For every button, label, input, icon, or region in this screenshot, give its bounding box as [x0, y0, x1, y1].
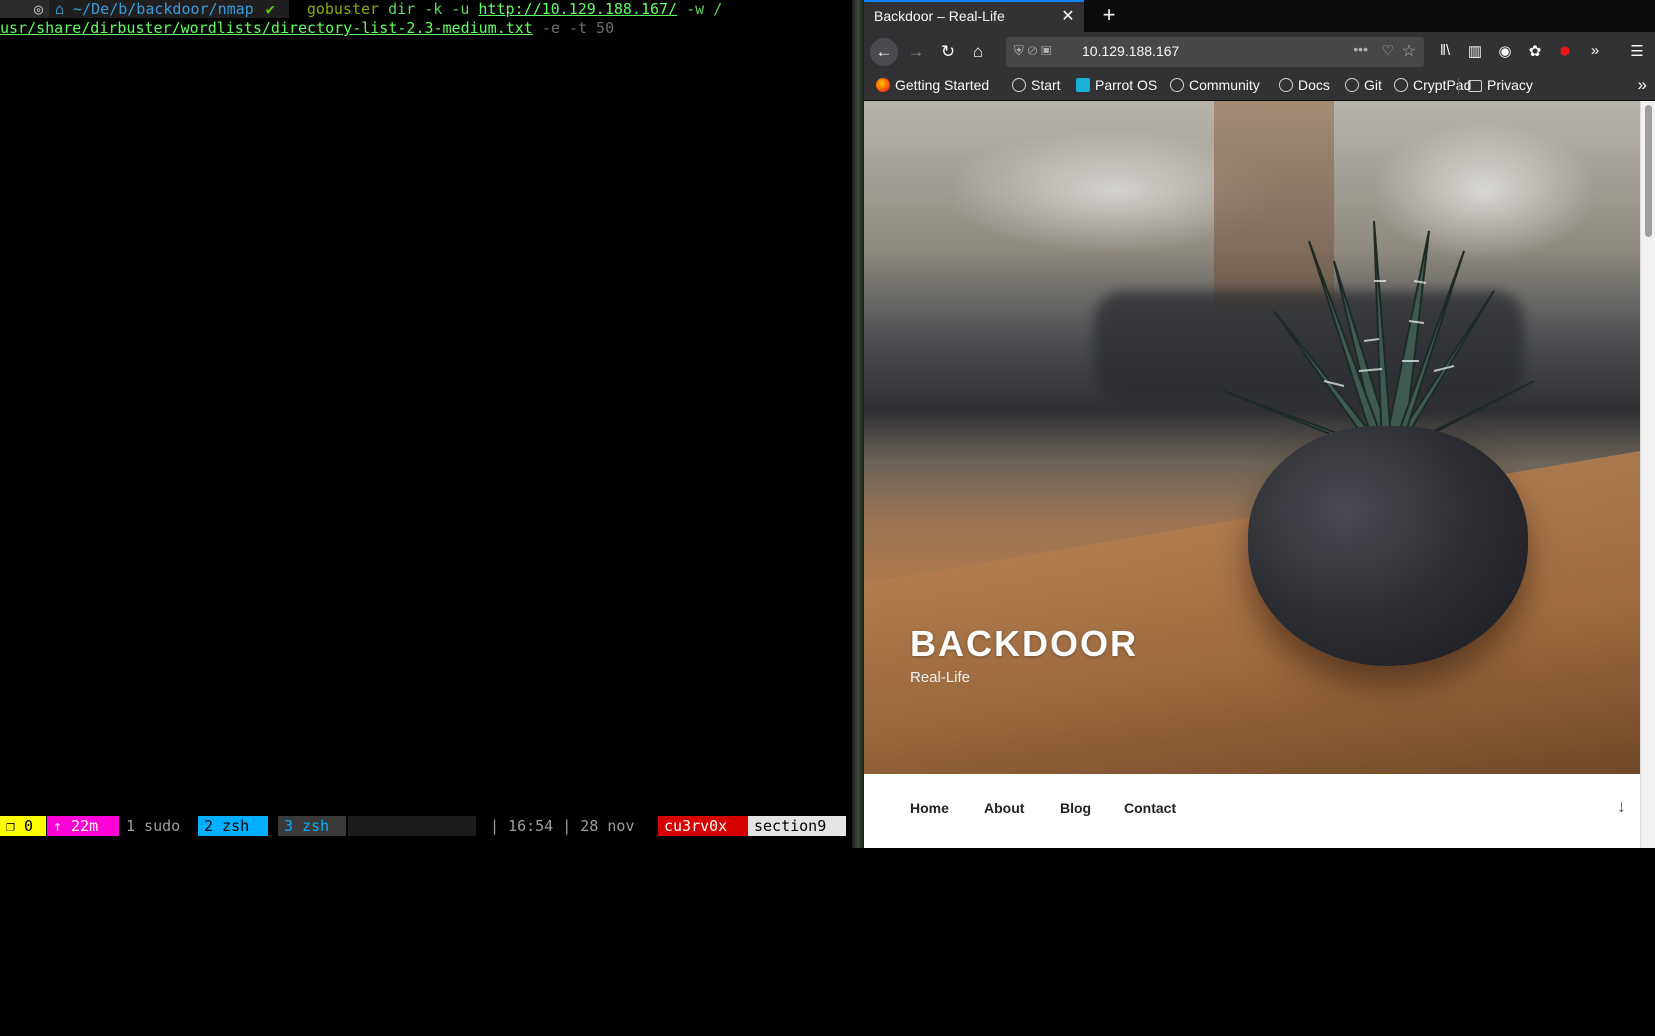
tab-bar: Backdoor – Real-Life ✕ +: [864, 0, 1655, 32]
pane-divider[interactable]: [852, 0, 864, 848]
terminal-pane[interactable]: ◎ ⌂ ~/De/b/backdoor/nmap ✔ gobuster dir -k…: [0, 0, 852, 848]
bookmarks-toolbar: Getting Started Start Parrot OS Communit…: [864, 72, 1655, 101]
bookmark-privacy[interactable]: Privacy: [1468, 77, 1533, 93]
firefox-icon: [876, 78, 890, 92]
prompt-path: ⌂ ~/De/b/backdoor/nmap: [49, 0, 260, 18]
bookmark-git[interactable]: Git: [1345, 77, 1382, 93]
close-icon[interactable]: ✕: [1058, 6, 1078, 26]
scrollbar-thumb[interactable]: [1645, 105, 1652, 237]
hamburger-icon[interactable]: ☰: [1626, 42, 1648, 60]
page-scrollbar[interactable]: [1640, 101, 1655, 848]
succulent-plant-icon: [1223, 221, 1535, 451]
bookmark-separator: [1458, 78, 1459, 94]
folder-icon: ⌂: [55, 0, 65, 18]
overflow-icon[interactable]: »: [1584, 42, 1606, 59]
ublock-icon[interactable]: ⬢: [1554, 44, 1576, 58]
tmux-status-bar: ❐ 0 ↑ 22m 1 sudo 2 zsh 3 zsh | 16:54 | 2…: [0, 816, 852, 836]
status-ok-icon: ✔: [259, 0, 289, 18]
terminal-command-line: ◎ ⌂ ~/De/b/backdoor/nmap ✔ gobuster dir -k…: [0, 0, 722, 19]
url-text[interactable]: 10.129.188.167: [1082, 43, 1179, 59]
os-icon: ◎: [0, 0, 50, 18]
extension-icon[interactable]: ✿: [1524, 42, 1546, 60]
tmux-user: cu3rv0x: [658, 816, 750, 836]
globe-icon: [1394, 78, 1408, 92]
tab-title: Backdoor – Real-Life: [874, 8, 1005, 24]
site-info-icons[interactable]: ⛨ ⊘ ▣: [1014, 43, 1051, 59]
terminal-command-line-2: usr/share/dirbuster/wordlists/directory-…: [0, 19, 614, 38]
bookmark-docs[interactable]: Docs: [1279, 77, 1330, 93]
reload-button[interactable]: ↻: [934, 38, 962, 66]
tmux-window-3[interactable]: 3 zsh: [278, 816, 346, 836]
site-navigation: Home About Blog Contact ↓: [864, 774, 1640, 848]
navigation-toolbar: ← → ↻ ⌂ ⛨ ⊘ ▣ 10.129.188.167 ••• ♡ ☆ ‖\ …: [864, 32, 1655, 72]
tmux-window-2[interactable]: 2 zsh: [198, 816, 268, 836]
tab-backdoor[interactable]: Backdoor – Real-Life ✕: [864, 0, 1084, 32]
site-title[interactable]: BACKDOOR: [910, 623, 1138, 665]
account-icon[interactable]: ◉: [1494, 42, 1516, 60]
tmux-clock: | 16:54 | 28 nov: [490, 817, 635, 835]
nav-blog[interactable]: Blog: [1060, 800, 1091, 816]
globe-icon: [1345, 78, 1359, 92]
pocket-icon[interactable]: ♡: [1381, 42, 1394, 59]
tmux-host: section9: [748, 816, 846, 836]
nav-contact[interactable]: Contact: [1124, 800, 1176, 816]
autosuggestion: -e -t 50: [532, 19, 615, 37]
browser-window: Backdoor – Real-Life ✕ + ← → ↻ ⌂ ⛨ ⊘ ▣ 1…: [864, 0, 1655, 848]
tmux-spacer: [348, 816, 476, 836]
star-icon[interactable]: ☆: [1402, 41, 1416, 61]
back-button[interactable]: ←: [870, 38, 898, 66]
bookmark-start[interactable]: Start: [1012, 77, 1061, 93]
nav-home[interactable]: Home: [910, 800, 949, 816]
bookmark-community[interactable]: Community: [1170, 77, 1260, 93]
library-icon[interactable]: ‖\: [1434, 42, 1456, 59]
command-args: dir -k -u: [379, 0, 479, 18]
sidebar-icon[interactable]: ▥: [1464, 42, 1486, 60]
command-wordlist[interactable]: usr/share/dirbuster/wordlists/directory-…: [0, 19, 533, 37]
folder-icon: [1468, 80, 1482, 92]
command-program: gobuster: [306, 0, 380, 18]
bookmark-getting-started[interactable]: Getting Started: [876, 77, 989, 93]
globe-icon: [1170, 78, 1184, 92]
globe-icon: [1012, 78, 1026, 92]
parrot-icon: [1076, 78, 1090, 92]
globe-icon: [1279, 78, 1293, 92]
site-tagline: Real-Life: [910, 669, 971, 686]
hero-image: BACKDOOR Real-Life: [864, 101, 1640, 774]
command-url[interactable]: http://10.129.188.167/: [478, 0, 677, 18]
command-flag-w: -w /: [677, 0, 723, 18]
tmux-window-1[interactable]: 1 sudo: [120, 816, 194, 836]
new-tab-button[interactable]: +: [1094, 2, 1124, 28]
arrow-down-icon[interactable]: ↓: [1617, 796, 1626, 817]
page-actions-icon[interactable]: •••: [1353, 41, 1368, 57]
web-page: BACKDOOR Real-Life Home About Blog Conta…: [864, 101, 1640, 848]
tmux-pane-indicator: ❐ 0: [0, 816, 46, 836]
home-button[interactable]: ⌂: [964, 38, 992, 66]
wooden-table: [864, 451, 1640, 774]
prompt-path-text: ~/De/b/backdoor/nmap: [73, 0, 254, 18]
tmux-uptime: ↑ 22m: [47, 816, 119, 836]
forward-button[interactable]: →: [902, 38, 930, 66]
bookmark-parrot-os[interactable]: Parrot OS: [1076, 77, 1157, 93]
url-bar[interactable]: ⛨ ⊘ ▣ 10.129.188.167 ••• ♡ ☆: [1006, 37, 1424, 67]
nav-about[interactable]: About: [984, 800, 1024, 816]
bookmark-cryptpad[interactable]: CryptPad: [1394, 77, 1471, 93]
plant-pot: [1248, 426, 1528, 666]
bookmarks-overflow-icon[interactable]: »: [1638, 75, 1647, 95]
